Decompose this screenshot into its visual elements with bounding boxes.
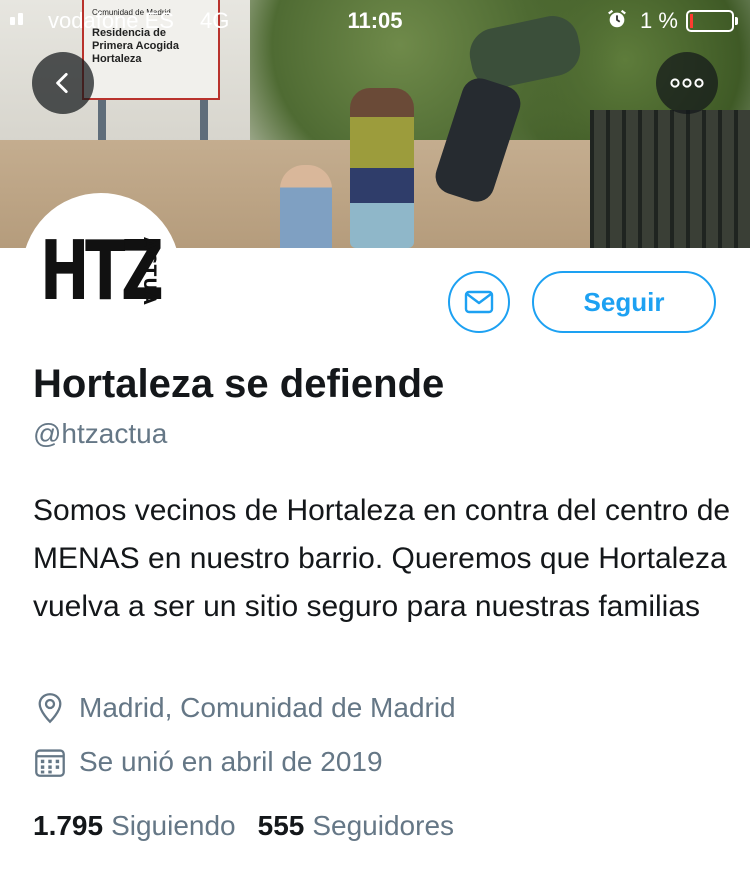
location-pin-icon	[33, 691, 67, 725]
battery-percent: 1 %	[640, 8, 678, 33]
alarm-icon	[608, 9, 626, 28]
profile-stats: 1.795 Siguiendo 555 Seguidores	[33, 810, 454, 842]
profile-location: Madrid, Comunidad de Madrid	[33, 691, 456, 725]
banner-fence	[590, 110, 750, 248]
more-dots-icon	[670, 78, 704, 88]
profile-bio: Somos vecinos de Hortaleza en contra del…	[33, 494, 731, 623]
follow-button[interactable]: Seguir	[532, 271, 716, 333]
banner-person	[280, 165, 332, 248]
avatar-logo-sub: ACTUA	[139, 237, 159, 306]
profile-name: Hortaleza se defiende	[33, 362, 445, 406]
profile-joined: Se unió en abril de 2019	[33, 745, 383, 779]
status-bar: vodafone ES 4G 11:05 1 %	[0, 0, 750, 40]
back-button[interactable]	[32, 52, 94, 114]
chevron-left-icon	[56, 72, 68, 94]
banner-person	[350, 88, 414, 248]
sign-line: Primera Acogida	[92, 40, 180, 52]
sign-line: Hortaleza	[92, 53, 142, 65]
profile-avatar[interactable]: HTZ ACTUA	[22, 193, 180, 351]
calendar-icon	[33, 745, 67, 779]
message-button[interactable]	[448, 271, 510, 333]
status-time: 11:05	[347, 8, 403, 33]
following-count: 1.795	[33, 810, 104, 841]
battery-fill	[690, 14, 693, 28]
following-label: Siguiendo	[111, 810, 236, 841]
followers-link[interactable]: 555 Seguidores	[258, 810, 454, 842]
location-text: Madrid, Comunidad de Madrid	[79, 692, 456, 723]
followers-label: Seguidores	[312, 810, 455, 841]
joined-text: Se unió en abril de 2019	[79, 746, 383, 777]
more-options-button[interactable]	[656, 52, 718, 114]
avatar-logo-main: HTZ	[40, 224, 164, 319]
profile-handle: @htzactua	[33, 418, 168, 449]
followers-count: 555	[257, 810, 305, 841]
envelope-icon	[464, 290, 494, 314]
following-link[interactable]: 1.795 Siguiendo	[33, 810, 236, 842]
battery-icon	[686, 10, 738, 32]
avatar-logo: HTZ ACTUA	[40, 224, 164, 319]
